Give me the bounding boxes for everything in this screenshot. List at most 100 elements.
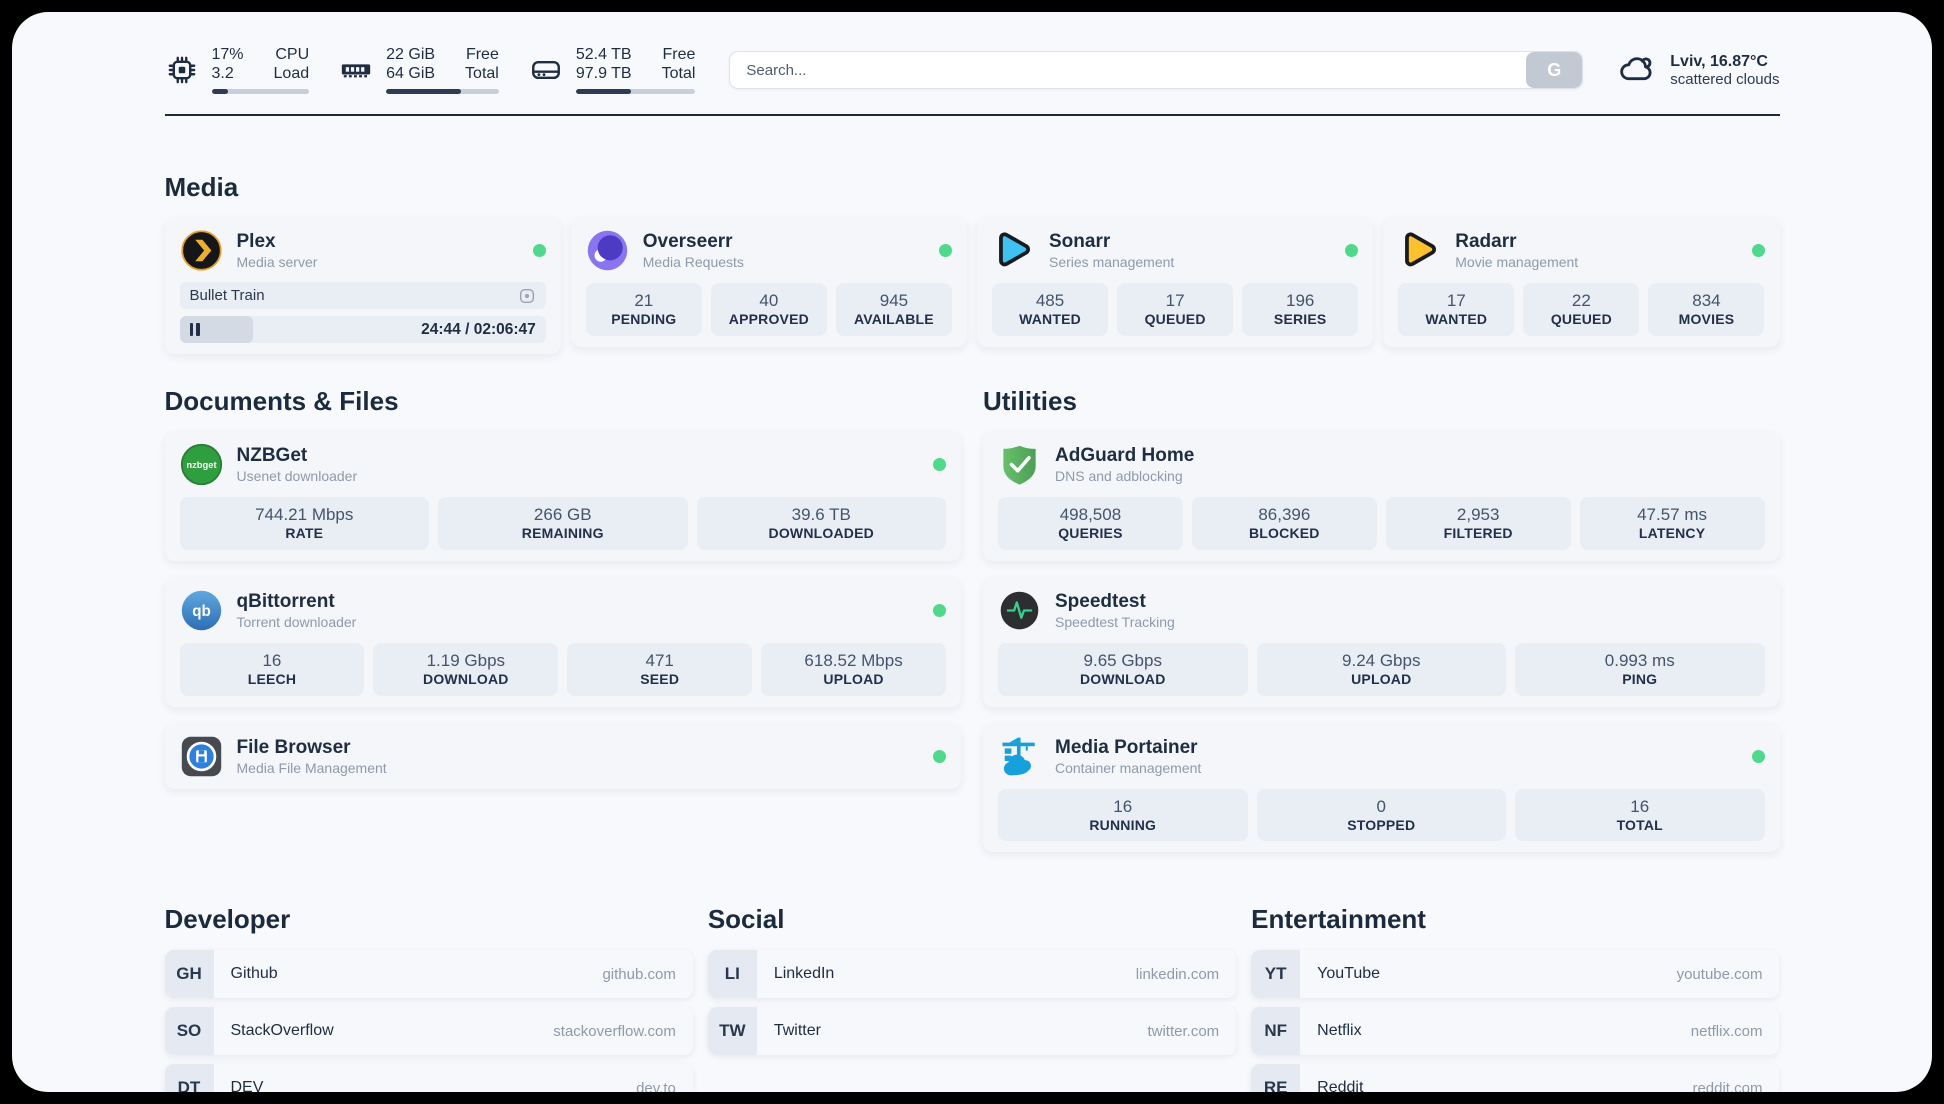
app-card-nzbget[interactable]: nzbget NZBGet Usenet downloader 744.21 M… xyxy=(164,432,961,561)
stat-label: MOVIES xyxy=(1678,311,1735,328)
stat-label: BLOCKED xyxy=(1249,525,1320,542)
stat-box: 9.65 Gbps DOWNLOAD xyxy=(998,642,1248,696)
app-card-adguard-home[interactable]: AdGuard Home DNS and adblocking 498,508 … xyxy=(983,432,1780,561)
weather-location: Lviv, 16.87°C xyxy=(1670,52,1768,70)
overseerr-icon xyxy=(586,229,629,272)
app-description: Container management xyxy=(1055,759,1202,776)
status-online-dot xyxy=(1751,749,1765,763)
search-engine-button[interactable]: G xyxy=(1526,52,1583,88)
stat-value: 16 xyxy=(262,650,282,670)
app-card-media-portainer[interactable]: Media Portainer Container management 16 … xyxy=(983,723,1780,853)
app-card-plex[interactable]: Plex Media server Bullet Train 24:44 / 0… xyxy=(164,218,561,354)
system-metric-memory: 22 GiB Free 64 GiB Total xyxy=(339,46,499,94)
stat-label: QUEUED xyxy=(1550,311,1612,328)
stat-value: 16 xyxy=(1630,796,1650,816)
stat-label: PENDING xyxy=(611,311,677,328)
bookmark-stackoverflow[interactable]: SO StackOverflow stackoverflow.com xyxy=(164,1007,693,1056)
stat-value: 196 xyxy=(1286,291,1315,310)
stat-value: 744.21 Mbps xyxy=(255,505,354,524)
playback-time: 24:44 / 02:06:47 xyxy=(421,320,536,338)
stat-label: LEECH xyxy=(247,671,297,687)
stat-box: 1.19 Gbps DOWNLOAD xyxy=(373,642,559,696)
speedtest-icon xyxy=(998,589,1041,632)
app-card-overseerr[interactable]: Overseerr Media Requests 21 PENDING 40 A… xyxy=(570,218,967,347)
bookmark-dev[interactable]: DT DEV dev.to xyxy=(164,1064,693,1092)
bookmark-github[interactable]: GH Github github.com xyxy=(164,950,693,999)
metric-secondary-label: Total xyxy=(465,65,499,82)
sonarr-icon xyxy=(992,229,1035,272)
bookmark-label: Github xyxy=(230,965,278,983)
now-playing: Bullet Train 24:44 / 02:06:47 xyxy=(179,282,546,343)
search-input[interactable] xyxy=(730,52,1527,88)
stat-label: SEED xyxy=(640,671,680,687)
section-utilities: Utilities AdGuard Home DNS and adblockin… xyxy=(983,386,1780,853)
app-card-radarr[interactable]: Radarr Movie management 17 WANTED 22 QUE… xyxy=(1383,218,1780,347)
now-playing-title-row: Bullet Train xyxy=(179,282,546,309)
stat-label: REMAINING xyxy=(521,525,604,542)
app-card-file-browser[interactable]: File Browser Media File Management xyxy=(164,723,961,789)
app-description: Media server xyxy=(236,254,318,270)
status-online-dot xyxy=(933,749,946,763)
bookmark-youtube[interactable]: YT YouTube youtube.com xyxy=(1251,950,1780,999)
now-playing-title: Bullet Train xyxy=(189,287,265,304)
metric-primary-label: Free xyxy=(662,46,696,63)
bookmark-linkedin[interactable]: LI LinkedIn linkedin.com xyxy=(707,950,1237,999)
bookmark-url: twitter.com xyxy=(1147,1022,1220,1040)
stat-box: 22 QUEUED xyxy=(1523,283,1640,336)
bookmark-abbr-badge: DT xyxy=(164,1064,214,1092)
stat-label: QUEUED xyxy=(1144,311,1206,328)
stat-value: 22 xyxy=(1571,291,1591,310)
app-stats: 16 LEECH 1.19 Gbps DOWNLOAD 471 SEED 618… xyxy=(179,642,946,696)
bookmark-group-title: Developer xyxy=(164,904,291,935)
bookmark-abbr-badge: NF xyxy=(1251,1007,1301,1056)
bookmark-abbr-badge: LI xyxy=(707,950,757,999)
metric-primary-label: Free xyxy=(465,46,499,63)
metric-progress-bar xyxy=(575,89,696,94)
stat-value: 17 xyxy=(1446,291,1466,310)
stat-value: 0.993 ms xyxy=(1604,650,1675,670)
app-card-sonarr[interactable]: Sonarr Series management 485 WANTED 17 Q… xyxy=(977,218,1374,347)
app-card-qbittorrent[interactable]: qb qBittorrent Torrent downloader 16 LEE… xyxy=(164,577,961,707)
status-online-dot xyxy=(532,244,546,257)
bookmark-abbr-badge: GH xyxy=(164,950,214,999)
nzbget-icon: nzbget xyxy=(180,443,223,486)
bookmark-group-entertainment: Entertainment YT YouTube youtube.com NF … xyxy=(1251,904,1780,1092)
bookmark-abbr-badge: TW xyxy=(707,1007,757,1056)
stat-box: 86,396 BLOCKED xyxy=(1191,497,1377,550)
metric-secondary-label: Load xyxy=(273,65,310,82)
stat-value: 86,396 xyxy=(1258,505,1311,524)
radarr-icon xyxy=(1398,229,1441,272)
stat-value: 1.19 Gbps xyxy=(426,650,506,670)
bookmark-abbr-badge: SO xyxy=(164,1007,214,1056)
pause-button[interactable] xyxy=(189,323,200,336)
app-description: DNS and adblocking xyxy=(1055,468,1183,484)
bookmark-reddit[interactable]: RE Reddit reddit.com xyxy=(1251,1064,1780,1092)
stat-value: 40 xyxy=(759,291,779,310)
dashboard-window: 17% CPU 3.2 Load 22 GiB Free 64 GiB Tota… xyxy=(12,12,1932,1092)
app-description: Usenet downloader xyxy=(236,468,358,484)
app-name: Overseerr xyxy=(642,231,733,252)
stat-value: 945 xyxy=(879,291,909,310)
stat-label: RATE xyxy=(285,525,324,542)
stat-value: 2,953 xyxy=(1456,505,1500,524)
app-description: Movie management xyxy=(1455,254,1579,270)
metric-primary-value: 17% xyxy=(211,46,244,63)
stat-box: 498,508 QUERIES xyxy=(998,497,1183,550)
stat-value: 47.57 ms xyxy=(1637,505,1708,524)
cpu-icon xyxy=(165,53,199,87)
stat-label: PING xyxy=(1622,671,1658,687)
status-online-dot xyxy=(1751,244,1765,257)
metric-primary-value: 22 GiB xyxy=(386,46,436,63)
qbittorrent-icon: qb xyxy=(180,589,223,632)
metric-progress-fill xyxy=(211,89,229,94)
bookmark-twitter[interactable]: TW Twitter twitter.com xyxy=(707,1007,1237,1056)
bookmark-netflix[interactable]: NF Netflix netflix.com xyxy=(1251,1007,1780,1056)
system-metric-cpu: 17% CPU 3.2 Load xyxy=(165,46,310,94)
stat-box: 834 MOVIES xyxy=(1648,283,1765,336)
bookmark-url: github.com xyxy=(602,965,676,983)
stat-box: 471 SEED xyxy=(567,642,753,696)
stat-value: 0 xyxy=(1376,796,1386,816)
app-name: Media Portainer xyxy=(1055,736,1198,758)
app-card-speedtest[interactable]: Speedtest Speedtest Tracking 9.65 Gbps D… xyxy=(983,577,1780,707)
svg-text:qb: qb xyxy=(192,603,211,620)
